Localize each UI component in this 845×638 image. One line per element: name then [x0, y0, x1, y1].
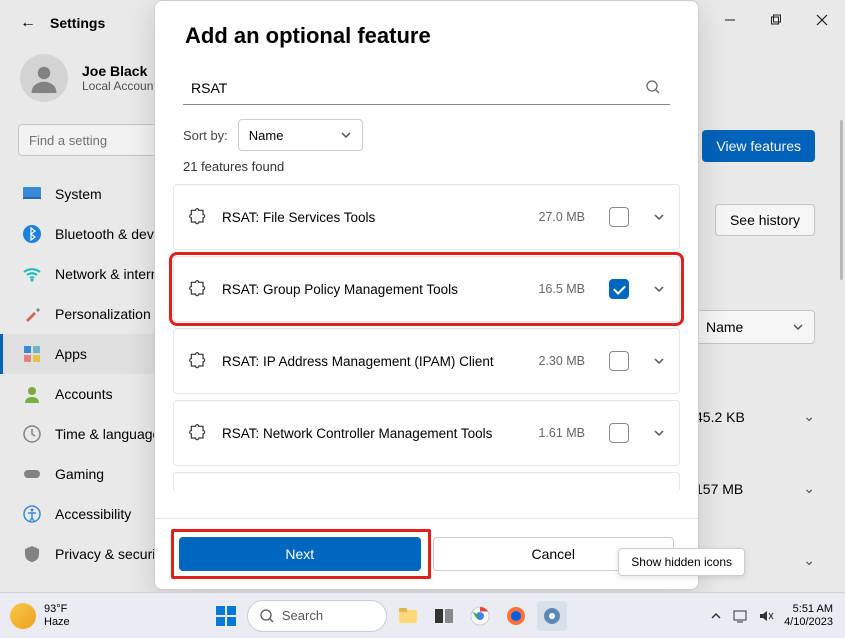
puzzle-icon	[188, 207, 208, 227]
weather-temp: 93°F	[44, 603, 70, 616]
feature-search-input[interactable]	[183, 71, 670, 105]
feature-checkbox[interactable]	[609, 351, 629, 371]
clock-time: 5:51 AM	[784, 603, 833, 616]
taskbar-clock[interactable]: 5:51 AM4/10/2023	[784, 603, 833, 628]
tray-expand-button[interactable]	[710, 610, 722, 622]
feature-checkbox[interactable]	[609, 207, 629, 227]
feature-list: RSAT: File Services Tools 27.0 MB RSAT: …	[155, 184, 698, 518]
chevron-down-icon[interactable]	[653, 211, 665, 223]
feature-name: RSAT: IP Address Management (IPAM) Clien…	[222, 354, 524, 369]
feature-name: RSAT: Group Policy Management Tools	[222, 282, 524, 297]
weather-icon	[10, 603, 36, 629]
taskbar-search-label: Search	[282, 608, 323, 623]
clock-date: 4/10/2023	[784, 616, 833, 629]
taskbar-taskview[interactable]	[429, 601, 459, 631]
feature-row-partial	[173, 472, 680, 492]
puzzle-icon	[188, 279, 208, 299]
add-optional-feature-dialog: Add an optional feature Sort by: Name 21…	[154, 0, 699, 590]
taskbar-search[interactable]: Search	[247, 600, 387, 632]
taskbar-firefox[interactable]	[501, 601, 531, 631]
taskbar-chrome[interactable]	[465, 601, 495, 631]
feature-checkbox[interactable]	[609, 279, 629, 299]
chevron-down-icon[interactable]	[653, 427, 665, 439]
feature-row[interactable]: RSAT: Network Controller Management Tool…	[173, 400, 680, 466]
weather-cond: Haze	[44, 616, 70, 629]
chevron-down-icon	[340, 129, 352, 141]
search-icon	[260, 609, 274, 623]
start-button[interactable]	[211, 601, 241, 631]
volume-tray-icon[interactable]	[758, 608, 774, 624]
dialog-title: Add an optional feature	[185, 23, 668, 49]
feature-count: 21 features found	[155, 157, 698, 184]
feature-row[interactable]: RSAT: IP Address Management (IPAM) Clien…	[173, 328, 680, 394]
system-tray: 5:51 AM4/10/2023	[698, 603, 845, 628]
feature-checkbox[interactable]	[609, 423, 629, 443]
tray-tooltip: Show hidden icons	[618, 548, 745, 576]
dialog-footer: Next Cancel	[155, 518, 698, 589]
taskbar: 93°FHaze Search 5:51 AM4/10/2023	[0, 592, 845, 638]
next-button[interactable]: Next	[179, 537, 421, 571]
feature-row[interactable]: RSAT: File Services Tools 27.0 MB	[173, 184, 680, 250]
feature-row[interactable]: RSAT: Group Policy Management Tools 16.5…	[173, 256, 680, 322]
feature-size: 27.0 MB	[538, 210, 585, 224]
feature-name: RSAT: Network Controller Management Tool…	[222, 426, 524, 441]
puzzle-icon	[188, 423, 208, 443]
feature-name: RSAT: File Services Tools	[222, 210, 524, 225]
feature-size: 2.30 MB	[538, 354, 585, 368]
taskbar-explorer[interactable]	[393, 601, 423, 631]
puzzle-icon	[188, 351, 208, 371]
sort-by-label: Sort by:	[183, 128, 228, 143]
chevron-down-icon[interactable]	[653, 355, 665, 367]
sort-by-dropdown[interactable]: Name	[238, 119, 363, 151]
feature-size: 16.5 MB	[538, 282, 585, 296]
sort-by-value: Name	[249, 128, 284, 143]
network-tray-icon[interactable]	[732, 608, 748, 624]
feature-size: 1.61 MB	[538, 426, 585, 440]
search-icon	[646, 80, 660, 94]
taskbar-settings[interactable]	[537, 601, 567, 631]
chevron-down-icon[interactable]	[653, 283, 665, 295]
weather-widget[interactable]: 93°FHaze	[0, 603, 80, 629]
